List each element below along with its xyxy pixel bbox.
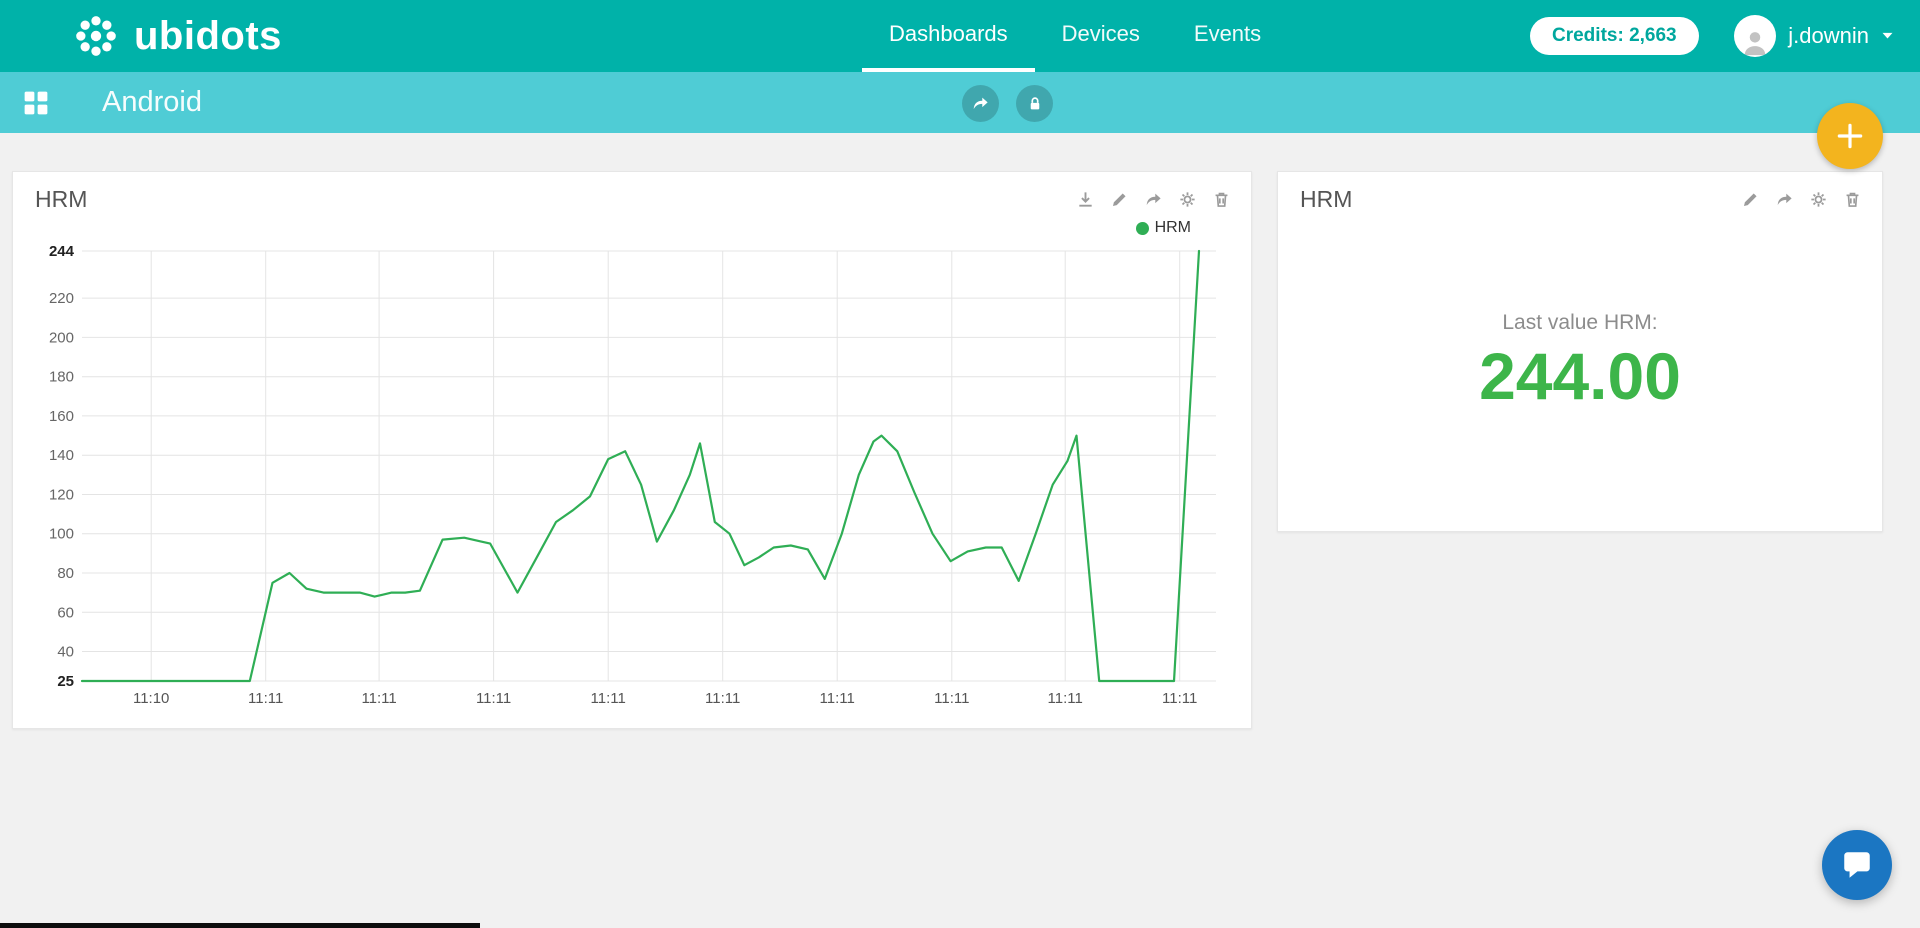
share-icon[interactable] — [1144, 190, 1163, 209]
chart-widget-header: HRM — [13, 172, 1251, 215]
svg-text:200: 200 — [49, 329, 74, 346]
metric-label: Last value HRM: — [1502, 311, 1657, 335]
dashboards-grid-button[interactable] — [22, 89, 50, 117]
top-navbar: ubidots Dashboards Devices Events Credit… — [0, 0, 1920, 72]
chevron-down-icon — [1881, 31, 1894, 41]
dashboard-actions — [962, 85, 1053, 122]
nav-devices-label: Devices — [1062, 21, 1140, 47]
lock-dashboard-button[interactable] — [1016, 85, 1053, 122]
hrm-chart-widget: HRM — [12, 171, 1252, 729]
svg-text:11:11: 11:11 — [1048, 690, 1083, 707]
nav-events-label: Events — [1194, 21, 1261, 47]
metric-widget-header: HRM — [1278, 172, 1882, 215]
svg-text:11:11: 11:11 — [591, 690, 626, 707]
user-icon — [1740, 27, 1770, 57]
delete-icon[interactable] — [1212, 190, 1231, 209]
hrm-metric-widget: HRM — [1277, 171, 1883, 532]
svg-text:11:11: 11:11 — [248, 690, 283, 707]
nav-events[interactable]: Events — [1167, 0, 1288, 72]
widget-title: HRM — [35, 186, 87, 213]
svg-text:140: 140 — [49, 447, 74, 464]
svg-text:11:11: 11:11 — [820, 690, 855, 707]
share-icon[interactable] — [1775, 190, 1794, 209]
plus-icon — [1834, 120, 1866, 152]
widget-title: HRM — [1300, 186, 1352, 213]
credits-badge[interactable]: Credits: 2,663 — [1530, 17, 1699, 55]
svg-text:80: 80 — [57, 565, 74, 582]
brand-name: ubidots — [134, 16, 282, 56]
dashboard-title: Android — [102, 86, 202, 119]
delete-icon[interactable] — [1843, 190, 1862, 209]
dashboard-subheader: Android — [0, 72, 1920, 133]
svg-text:11:11: 11:11 — [1162, 690, 1197, 707]
legend-label: HRM — [1155, 219, 1191, 237]
lock-icon — [1026, 95, 1044, 113]
svg-text:11:11: 11:11 — [476, 690, 511, 707]
svg-text:60: 60 — [57, 604, 74, 621]
nav-dashboards[interactable]: Dashboards — [862, 0, 1035, 72]
legend-dot — [1136, 222, 1149, 235]
svg-text:120: 120 — [49, 487, 74, 504]
download-icon[interactable] — [1076, 190, 1095, 209]
edit-icon[interactable] — [1741, 190, 1760, 209]
hrm-line-chart: 25 40 60 80 100 120 140 160 180 200 220 244 11:10 11:… — [32, 241, 1232, 711]
ubidots-logo[interactable]: ubidots — [70, 10, 282, 62]
chat-launcher-button[interactable] — [1822, 830, 1892, 900]
metric-body: Last value HRM: 244.00 — [1278, 215, 1882, 505]
username: j.downin — [1788, 23, 1869, 49]
bottom-strip — [0, 923, 480, 928]
svg-text:25: 25 — [57, 673, 74, 690]
nav-dashboards-label: Dashboards — [889, 21, 1008, 47]
avatar — [1734, 15, 1776, 57]
ubidots-logo-icon — [70, 10, 122, 62]
settings-icon[interactable] — [1809, 190, 1828, 209]
svg-text:11:10: 11:10 — [133, 690, 169, 707]
widget-toolbar — [1076, 190, 1231, 209]
user-menu[interactable]: j.downin — [1734, 15, 1894, 57]
svg-text:40: 40 — [57, 644, 74, 661]
metric-value: 244.00 — [1479, 343, 1681, 409]
svg-text:160: 160 — [49, 408, 74, 425]
add-widget-button[interactable] — [1817, 103, 1883, 169]
grid-icon — [23, 90, 49, 116]
svg-text:11:11: 11:11 — [705, 690, 740, 707]
forward-icon — [971, 94, 990, 113]
nav-devices[interactable]: Devices — [1035, 0, 1167, 72]
edit-icon[interactable] — [1110, 190, 1129, 209]
svg-text:244: 244 — [49, 243, 75, 260]
settings-icon[interactable] — [1178, 190, 1197, 209]
chart-legend: HRM — [13, 215, 1251, 241]
svg-text:180: 180 — [49, 369, 74, 386]
share-dashboard-button[interactable] — [962, 85, 999, 122]
svg-text:220: 220 — [49, 290, 74, 307]
widget-toolbar — [1741, 190, 1862, 209]
svg-text:11:11: 11:11 — [934, 690, 969, 707]
chat-icon — [1840, 848, 1874, 882]
svg-text:11:11: 11:11 — [361, 690, 396, 707]
main-nav: Dashboards Devices Events — [862, 0, 1288, 72]
svg-text:100: 100 — [49, 526, 74, 543]
